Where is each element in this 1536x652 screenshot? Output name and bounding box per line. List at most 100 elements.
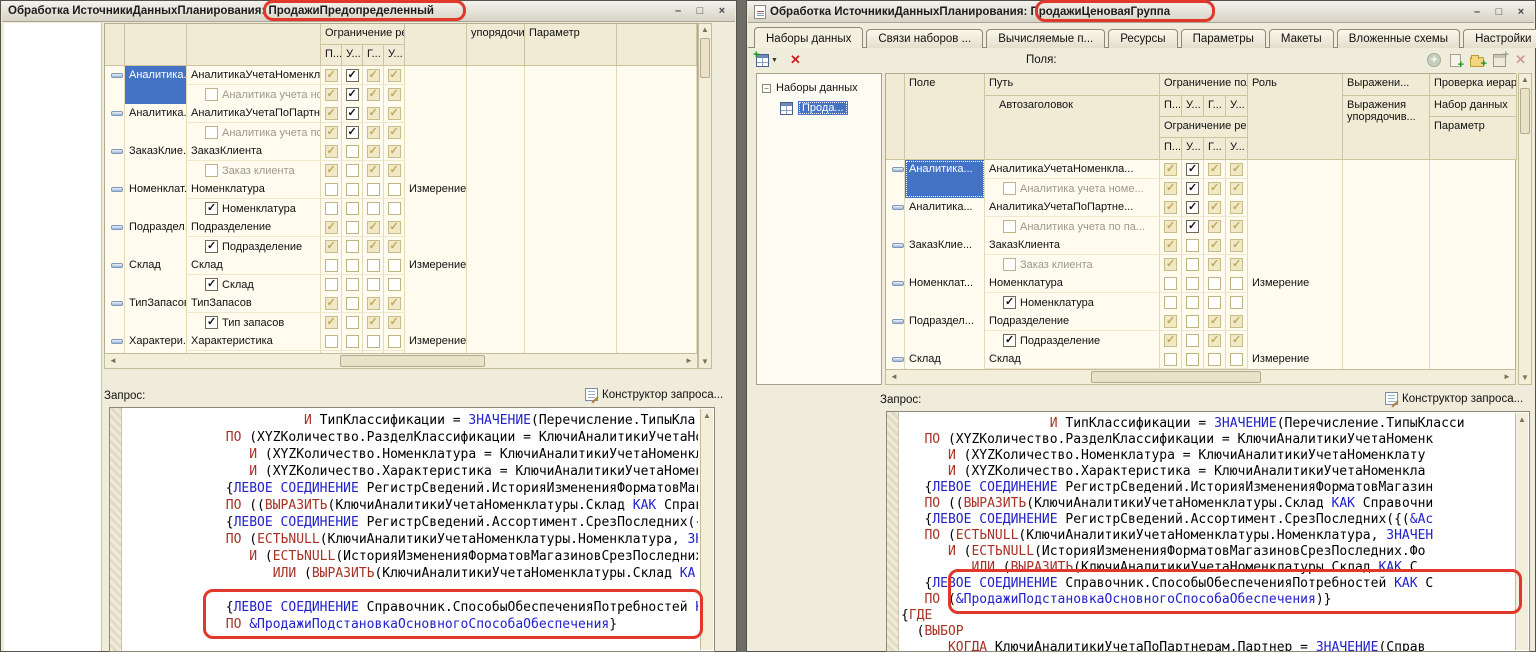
path-cell[interactable]: ТипЗапасов bbox=[187, 294, 321, 313]
limit-checkbox-cell[interactable] bbox=[321, 66, 342, 85]
checkbox[interactable] bbox=[346, 278, 359, 291]
checkbox[interactable] bbox=[346, 183, 359, 196]
checkbox[interactable] bbox=[346, 107, 359, 120]
row-handle-cell[interactable] bbox=[886, 160, 905, 198]
row-handle-cell[interactable] bbox=[105, 294, 125, 332]
row-handle-cell[interactable] bbox=[105, 104, 125, 142]
close-button[interactable]: × bbox=[1514, 6, 1528, 18]
limit-checkbox-cell[interactable] bbox=[1160, 236, 1182, 255]
order-expr-cell[interactable] bbox=[1343, 312, 1430, 350]
order-expr-cell[interactable] bbox=[1343, 160, 1430, 198]
scroll-up-icon[interactable]: ▲ bbox=[699, 24, 711, 36]
title-checkbox[interactable] bbox=[205, 164, 218, 177]
checkbox[interactable] bbox=[325, 259, 338, 272]
scroll-down-icon[interactable]: ▼ bbox=[1519, 372, 1531, 384]
path-title-cell[interactable]: Склад bbox=[187, 275, 321, 294]
checkbox[interactable] bbox=[1208, 296, 1221, 309]
path-cell[interactable]: Подразделение bbox=[985, 312, 1160, 331]
checkbox[interactable] bbox=[1208, 334, 1221, 347]
checkbox[interactable] bbox=[388, 202, 401, 215]
drag-handle-icon[interactable] bbox=[111, 301, 123, 306]
drag-handle-icon[interactable] bbox=[892, 243, 904, 248]
limit-checkbox-cell[interactable] bbox=[1226, 236, 1248, 255]
row-handle-cell[interactable] bbox=[105, 142, 125, 180]
limit-checkbox-cell[interactable] bbox=[321, 332, 342, 351]
checkbox[interactable] bbox=[1208, 163, 1221, 176]
limit-checkbox-cell[interactable] bbox=[1204, 255, 1226, 274]
checkbox[interactable] bbox=[325, 145, 338, 158]
checkbox[interactable] bbox=[1208, 353, 1221, 366]
drag-handle-icon[interactable] bbox=[892, 167, 904, 172]
checkbox[interactable] bbox=[367, 88, 380, 101]
checkbox[interactable] bbox=[367, 259, 380, 272]
role-cell[interactable] bbox=[405, 142, 467, 180]
limit-checkbox-cell[interactable] bbox=[342, 313, 363, 332]
checkbox[interactable] bbox=[325, 69, 338, 82]
limit-checkbox-cell[interactable] bbox=[1182, 198, 1204, 217]
field-cell[interactable]: Номенклат... bbox=[905, 274, 985, 312]
row-handle-cell[interactable] bbox=[105, 218, 125, 256]
row-handle-cell[interactable] bbox=[886, 236, 905, 274]
limit-checkbox-cell[interactable] bbox=[384, 85, 405, 104]
path-cell[interactable]: Номенклатура bbox=[985, 274, 1160, 293]
limit-checkbox-cell[interactable] bbox=[1182, 350, 1204, 369]
order-expr-cell[interactable] bbox=[467, 66, 525, 104]
param-cell[interactable] bbox=[525, 294, 617, 332]
checkbox[interactable] bbox=[1186, 182, 1199, 195]
row-handle-cell[interactable] bbox=[886, 312, 905, 350]
limit-checkbox-cell[interactable] bbox=[384, 275, 405, 294]
row-handle-cell[interactable] bbox=[886, 198, 905, 236]
path-title-cell[interactable]: Аналитика учета по па... bbox=[985, 217, 1160, 236]
drag-handle-icon[interactable] bbox=[892, 357, 904, 362]
table-vertical-scrollbar[interactable]: ▲ ▼ bbox=[698, 23, 712, 369]
tree-collapse-icon[interactable]: − bbox=[762, 84, 771, 93]
limit-checkbox-cell[interactable] bbox=[384, 294, 405, 313]
checkbox[interactable] bbox=[325, 316, 338, 329]
role-cell[interactable] bbox=[405, 294, 467, 332]
checkbox[interactable] bbox=[388, 88, 401, 101]
checkbox[interactable] bbox=[325, 202, 338, 215]
limit-checkbox-cell[interactable] bbox=[1182, 160, 1204, 179]
limit-checkbox-cell[interactable] bbox=[363, 104, 384, 123]
table-horizontal-scrollbar[interactable]: ◄ ► bbox=[104, 353, 698, 369]
path-title-cell[interactable]: Аналитика учета номе... bbox=[187, 85, 321, 104]
query-text[interactable]: И ТипКлассификации = ЗНАЧЕНИЕ(Перечислен… bbox=[124, 412, 698, 651]
limit-checkbox-cell[interactable] bbox=[321, 161, 342, 180]
role-cell[interactable]: Измерение bbox=[405, 332, 467, 354]
limit-checkbox-cell[interactable] bbox=[342, 237, 363, 256]
param-cell[interactable] bbox=[525, 256, 617, 294]
col-header-param[interactable]: Параметр bbox=[525, 24, 617, 66]
title-checkbox[interactable] bbox=[1003, 220, 1016, 233]
limit-checkbox-cell[interactable] bbox=[1160, 198, 1182, 217]
checkbox[interactable] bbox=[1230, 163, 1243, 176]
checkbox[interactable] bbox=[1208, 258, 1221, 271]
checkbox[interactable] bbox=[1186, 258, 1199, 271]
limit-checkbox-cell[interactable] bbox=[1182, 293, 1204, 312]
limit-checkbox-cell[interactable] bbox=[342, 180, 363, 199]
minimize-button[interactable]: – bbox=[671, 5, 685, 17]
scroll-right-icon[interactable]: ► bbox=[683, 355, 695, 367]
tab-2[interactable]: Связи наборов ... bbox=[866, 29, 983, 48]
param-cell[interactable] bbox=[525, 104, 617, 142]
checkbox[interactable] bbox=[367, 69, 380, 82]
path-cell[interactable]: АналитикаУчетаПоПартне... bbox=[187, 104, 321, 123]
checkbox[interactable] bbox=[1186, 239, 1199, 252]
tab-5[interactable]: Параметры bbox=[1181, 29, 1266, 48]
add-dataset-button[interactable]: + ▼ bbox=[756, 54, 778, 67]
limit-checkbox-cell[interactable] bbox=[384, 199, 405, 218]
limit-checkbox-cell[interactable] bbox=[342, 123, 363, 142]
param-cell[interactable] bbox=[1430, 236, 1515, 274]
checkbox[interactable] bbox=[346, 335, 359, 348]
limit-checkbox-cell[interactable] bbox=[384, 256, 405, 275]
checkbox[interactable] bbox=[325, 126, 338, 139]
path-title-cell[interactable]: Номенклатура bbox=[985, 293, 1160, 312]
limit-checkbox-cell[interactable] bbox=[321, 85, 342, 104]
checkbox[interactable] bbox=[367, 221, 380, 234]
checkbox[interactable] bbox=[1230, 220, 1243, 233]
limit-checkbox-cell[interactable] bbox=[363, 123, 384, 142]
checkbox[interactable] bbox=[1164, 258, 1177, 271]
limit-checkbox-cell[interactable] bbox=[321, 199, 342, 218]
query-builder-link[interactable]: Конструктор запроса... bbox=[1385, 392, 1523, 405]
limit-checkbox-cell[interactable] bbox=[321, 142, 342, 161]
limit-checkbox-cell[interactable] bbox=[342, 332, 363, 351]
